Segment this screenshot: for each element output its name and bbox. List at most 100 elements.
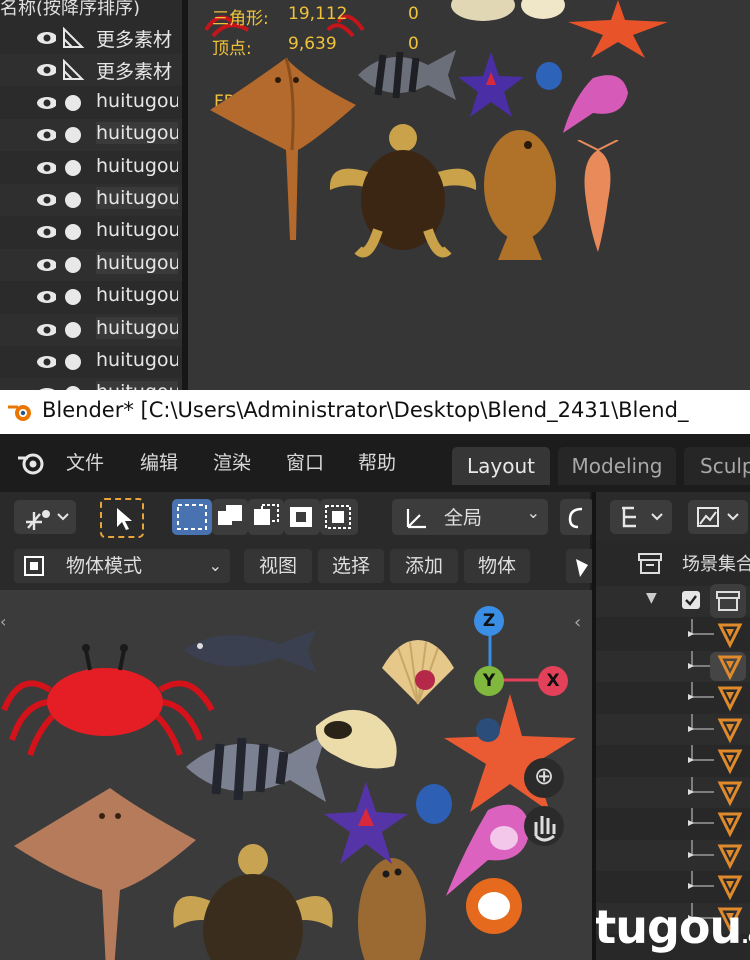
outliner-row[interactable]: huitugou	[0, 152, 182, 184]
outliner-row[interactable]: huitugou	[0, 248, 182, 281]
outliner-row[interactable]: huitugou	[0, 346, 182, 378]
select-intersect-icon	[325, 505, 351, 529]
object-row[interactable]	[596, 745, 750, 776]
object-dot-icon	[65, 94, 81, 111]
collection-row[interactable]: ▼	[596, 584, 750, 618]
flounder-model	[484, 130, 556, 260]
scene-collection-label[interactable]: 场景集合	[682, 550, 750, 576]
outliner-row[interactable]: 更多素材	[0, 54, 182, 87]
eye-icon[interactable]	[36, 355, 56, 369]
pivot-gizmo-icon	[26, 510, 69, 530]
menu-render[interactable]: 渲染	[213, 448, 251, 475]
menu-file[interactable]: 文件	[66, 448, 104, 475]
outliner-row[interactable]: huitugou	[0, 87, 182, 119]
eye-icon[interactable]	[36, 63, 56, 77]
object-dot-icon	[65, 256, 81, 273]
outliner-row[interactable]: huitugou	[0, 378, 182, 390]
object-dot-icon	[65, 289, 81, 306]
transform-orientation-dropdown[interactable]: 全局 ⌄	[392, 499, 548, 535]
menu-help[interactable]: 帮助	[358, 448, 396, 475]
object-row[interactable]	[596, 776, 750, 808]
eye-icon[interactable]	[36, 161, 56, 175]
transform-pivot-dropdown[interactable]	[14, 500, 76, 534]
object-row[interactable]	[596, 650, 750, 682]
zoom-plus-icon: ⊕	[534, 762, 555, 790]
expand-arrow-icon[interactable]: ▼	[646, 590, 657, 606]
outliner-row[interactable]: huitugou	[0, 281, 182, 313]
outliner-row[interactable]: huitugou	[0, 216, 182, 248]
object-row[interactable]	[596, 808, 750, 839]
object-row[interactable]	[596, 619, 750, 650]
snap-toggle-button[interactable]	[560, 499, 594, 535]
outliner-panel: 名称(按降序排序) 更多素材 更多素材 huitugou huitugou huitug…	[0, 0, 182, 390]
outliner-row[interactable]: huitugou	[0, 119, 182, 152]
3d-viewport[interactable]: ‹ ‹ Z Y X ⊕	[0, 590, 592, 960]
collection-icon-button[interactable]	[710, 584, 746, 618]
object-row[interactable]	[596, 713, 750, 745]
outliner-row[interactable]: 更多素材	[0, 22, 182, 54]
viewport-menu-select[interactable]: 选择	[318, 549, 384, 583]
object-row[interactable]	[596, 871, 750, 902]
select-tool-button[interactable]	[100, 498, 144, 538]
object-row[interactable]	[596, 682, 750, 713]
cursor-arrow-icon	[117, 508, 132, 530]
hand-icon	[534, 816, 556, 842]
eye-icon[interactable]	[36, 225, 56, 239]
workspace-tab-sculpting[interactable]: Sculp	[684, 447, 750, 485]
select-mode-intersect-button[interactable]	[320, 499, 358, 535]
pan-button[interactable]	[524, 806, 564, 846]
outliner-sort-header[interactable]: 名称(按降序排序)	[0, 0, 182, 16]
viewport-menu-add[interactable]: 添加	[390, 549, 458, 583]
filter-dropdown[interactable]	[688, 500, 748, 534]
display-mode-dropdown[interactable]	[610, 500, 672, 534]
workspace-tab-modeling[interactable]: Modeling	[558, 447, 676, 485]
select-mode-invert-button[interactable]	[284, 499, 320, 535]
menu-edit[interactable]: 编辑	[140, 448, 178, 475]
collection-checkbox[interactable]	[682, 591, 700, 609]
outliner-row[interactable]: huitugou	[0, 313, 182, 346]
viewport-menu-object[interactable]: 物体	[464, 549, 530, 583]
menu-window[interactable]: 窗口	[286, 448, 324, 475]
object-data-icon	[688, 839, 743, 869]
triangles-selected: 0	[408, 4, 419, 24]
turtle-model	[173, 844, 333, 960]
interaction-mode-label: 物体模式	[66, 555, 143, 577]
object-data-icon	[688, 682, 743, 712]
outliner-row[interactable]: huitugou	[0, 184, 182, 216]
eye-icon[interactable]	[36, 290, 56, 304]
collection-box-icon	[638, 553, 662, 574]
conch-pink-model	[563, 75, 628, 133]
eye-icon[interactable]	[36, 258, 56, 272]
gizmo-neg-y-axis[interactable]	[476, 718, 500, 742]
outliner-header	[596, 492, 750, 540]
eye-icon[interactable]	[36, 193, 56, 207]
gizmo-y-axis[interactable]: Y	[474, 666, 504, 696]
eye-icon[interactable]	[36, 96, 56, 110]
viewport-zoom[interactable]: 三角形: 19,112 0 顶点: 9,639 0 FPS:	[188, 0, 750, 390]
watermark-dog-icon	[466, 878, 522, 934]
viewport-menu-view[interactable]: 视图	[244, 549, 312, 583]
eye-icon[interactable]	[36, 31, 56, 45]
eye-icon[interactable]	[36, 323, 56, 337]
outliner-tree: 场景集合 ▼ huitugou.com	[596, 540, 750, 960]
select-mode-new-button[interactable]	[172, 499, 212, 535]
object-row[interactable]	[596, 839, 750, 871]
conch-shell-model	[315, 709, 397, 769]
select-mode-subtract-button[interactable]	[248, 499, 284, 535]
chevron-down-icon: ⌄	[208, 556, 222, 575]
outliner-row-label: huitugou	[96, 316, 178, 339]
blender-menu-icon[interactable]	[16, 450, 46, 476]
outliner-editor: 场景集合 ▼ huitugou.com	[596, 492, 750, 960]
interaction-mode-dropdown[interactable]: 物体模式 ⌄	[14, 549, 230, 583]
object-dot-icon	[65, 127, 81, 144]
object-dot-icon	[65, 354, 81, 370]
triangles-count: 19,112	[288, 4, 348, 24]
eye-icon[interactable]	[36, 128, 56, 142]
select-mode-extend-button[interactable]	[212, 499, 248, 535]
gizmo-x-axis[interactable]: X	[538, 666, 568, 696]
workspace-tab-layout[interactable]: Layout	[452, 447, 550, 485]
zoomed-blender-view: 名称(按降序排序) 更多素材 更多素材 huitugou huitugou huitug…	[0, 0, 750, 390]
zoom-button[interactable]: ⊕	[524, 758, 564, 798]
toolbar-expand-left-icon[interactable]: ‹	[0, 612, 6, 631]
gizmo-z-axis[interactable]: Z	[474, 606, 504, 636]
